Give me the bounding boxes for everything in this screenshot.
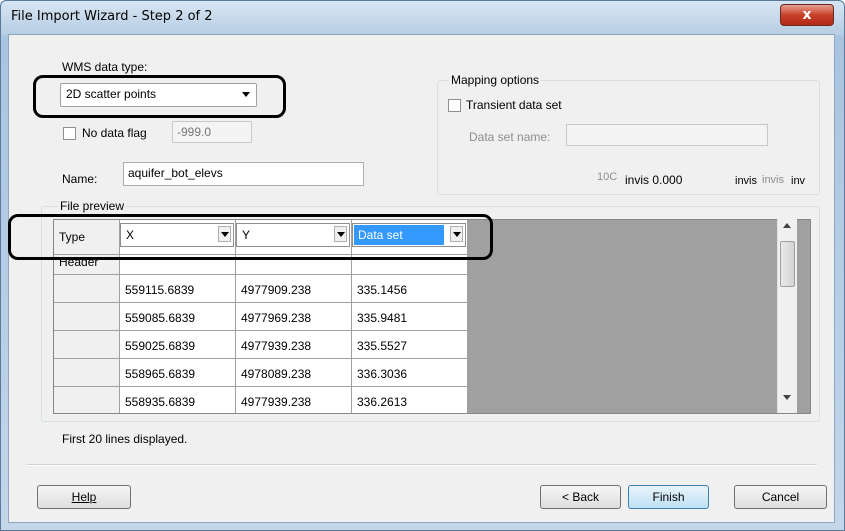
table-cell: 336.3036 (352, 359, 468, 387)
table-cell: 559085.6839 (120, 303, 236, 331)
file-preview-title: File preview (58, 199, 127, 213)
finish-button-label: Finish (652, 490, 685, 504)
separator (27, 464, 817, 466)
name-value: aquifer_bot_elevs (128, 166, 223, 180)
table-cell: 558935.6839 (120, 387, 236, 413)
back-button-label: < Back (561, 490, 600, 504)
row-header-cell (54, 359, 120, 387)
table-cell: 4977939.238 (236, 387, 352, 413)
invis-field-3: invis (762, 174, 785, 186)
mapping-options-title: Mapping options (449, 73, 542, 87)
scroll-thumb[interactable] (780, 241, 795, 287)
data-set-name-input[interactable] (566, 124, 768, 146)
data-set-name-label: Data set name: (469, 130, 551, 144)
annotation-highlight-type-row (8, 214, 493, 260)
annotation-highlight-wms (33, 75, 286, 118)
lines-displayed-note: First 20 lines displayed. (62, 432, 188, 446)
close-icon: x (802, 7, 812, 23)
window-title: File Import Wizard - Step 2 of 2 (11, 9, 213, 24)
invis-field-2: invis (735, 175, 758, 187)
no-data-flag-input[interactable]: -999.0 (172, 121, 252, 143)
table-cell: 4977939.238 (236, 331, 352, 359)
cancel-button-label: Cancel (761, 490, 800, 504)
table-cell: 336.2613 (352, 387, 468, 413)
truncated-value-text: 10C (597, 171, 618, 183)
row-header-cell (54, 387, 120, 413)
finish-button[interactable]: Finish (628, 485, 709, 509)
no-data-flag-checkbox[interactable] (63, 127, 76, 140)
table-cell: 558965.6839 (120, 359, 236, 387)
table-cell: 335.9481 (352, 303, 468, 331)
name-input[interactable]: aquifer_bot_elevs (123, 162, 364, 186)
help-button-label: Help (71, 490, 97, 504)
transient-data-set-checkbox[interactable] (448, 99, 461, 112)
invis-field-1: invis 0.000 (625, 173, 683, 187)
name-label: Name: (62, 172, 98, 186)
help-button[interactable]: Help (37, 485, 131, 509)
table-cell: 335.5527 (352, 331, 468, 359)
table-cell: 4978089.238 (236, 359, 352, 387)
table-cell: 335.1456 (352, 275, 468, 303)
invis-field-4: inv (791, 175, 806, 187)
table-cell: 559115.6839 (120, 275, 236, 303)
back-button[interactable]: < Back (540, 485, 621, 509)
transient-data-set-label: Transient data set (466, 98, 562, 112)
vertical-scrollbar[interactable] (777, 219, 797, 413)
cancel-button[interactable]: Cancel (734, 485, 827, 509)
table-cell: 4977969.238 (236, 303, 352, 331)
no-data-flag-value: -999.0 (177, 125, 212, 139)
title-bar[interactable]: File Import Wizard - Step 2 of 2 x (1, 1, 844, 35)
wms-data-type-label: WMS data type: (62, 60, 148, 74)
row-header-cell (54, 303, 120, 331)
table-cell: 559025.6839 (120, 331, 236, 359)
close-button[interactable]: x (780, 4, 834, 26)
table-cell: 4977909.238 (236, 275, 352, 303)
scroll-down-icon[interactable] (783, 395, 791, 400)
no-data-flag-label: No data flag (82, 126, 147, 140)
scroll-up-icon[interactable] (783, 223, 791, 228)
row-header-cell (54, 275, 120, 303)
row-header-cell (54, 331, 120, 359)
